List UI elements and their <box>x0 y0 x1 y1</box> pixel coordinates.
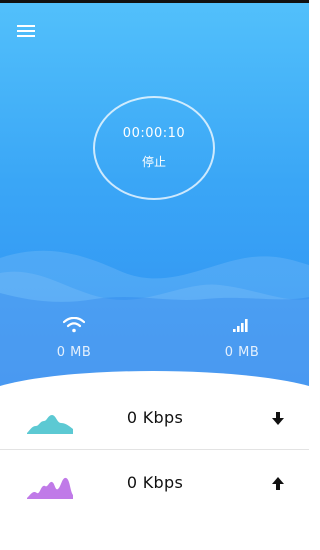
menu-icon <box>17 25 35 37</box>
hero-panel: 00:00:10 停止 0 MB 0 MB <box>0 3 309 403</box>
row-divider <box>0 449 309 450</box>
elapsed-timer: 00:00:10 <box>122 126 186 141</box>
mobile-usage: 0 MB <box>202 315 282 360</box>
upload-graph-icon <box>27 477 73 499</box>
arrow-up-icon <box>270 473 286 493</box>
stop-label: 停止 <box>141 155 166 169</box>
menu-button[interactable] <box>12 19 40 43</box>
app-screen: 00:00:10 停止 0 MB 0 MB 0 Kbps 0 Kbps <box>0 0 309 550</box>
download-graph-icon <box>27 415 73 434</box>
arrow-down-icon <box>270 408 286 428</box>
upload-speed-value: 0 Kbps <box>126 473 184 492</box>
upload-speed-row: 0 Kbps <box>0 455 309 515</box>
timer-stop-button[interactable]: 00:00:10 停止 <box>93 96 215 200</box>
wifi-icon <box>63 315 85 335</box>
mobile-usage-value: 0 MB <box>224 345 260 360</box>
signal-bars-icon <box>233 315 251 335</box>
download-speed-row: 0 Kbps <box>0 390 309 450</box>
download-speed-value: 0 Kbps <box>126 408 184 427</box>
wifi-usage: 0 MB <box>34 315 114 360</box>
wifi-usage-value: 0 MB <box>56 345 92 360</box>
